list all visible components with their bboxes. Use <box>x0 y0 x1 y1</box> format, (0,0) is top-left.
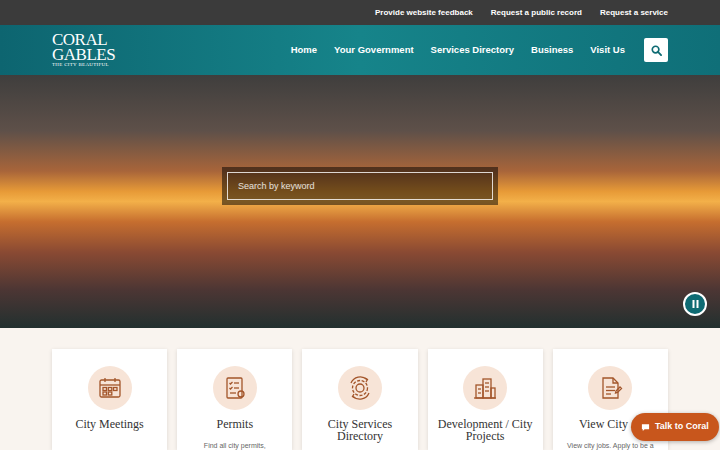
logo-tagline: THE CITY BEAUTIFUL <box>52 62 109 68</box>
header: CORALGABLESTHE CITY BEAUTIFUL Home Your Go… <box>0 25 720 75</box>
card-title: City Services Directory <box>310 418 409 442</box>
nav-item[interactable]: Home <box>291 43 317 57</box>
nav-item[interactable]: Your Government <box>334 43 414 57</box>
logo-line: CORAL <box>52 32 107 47</box>
card-title: Permits <box>216 418 253 430</box>
quick-links: City Meetings Permits Find all city permit… <box>0 328 720 450</box>
card-description: Find all city permits, <box>204 441 266 450</box>
nav-item[interactable]: Visit Us <box>590 43 625 57</box>
card-title: City Meetings <box>75 418 143 430</box>
chat-icon <box>641 423 650 432</box>
chat-button[interactable]: Talk to Coral <box>631 413 719 441</box>
hero-image <box>0 75 720 328</box>
card-title: Development / City Projects <box>436 418 535 442</box>
quick-link-card[interactable]: City Services Directory <box>302 349 417 450</box>
utility-link[interactable]: Request a public record <box>491 7 582 19</box>
logo-line: GABLES <box>52 47 115 62</box>
gear-icon <box>338 366 382 410</box>
search-icon <box>651 45 662 56</box>
buildings-icon <box>463 366 507 410</box>
quick-link-card[interactable]: City Meetings <box>52 349 167 450</box>
nav-item[interactable]: Business <box>531 43 573 57</box>
search-button[interactable] <box>644 38 668 62</box>
search-input[interactable] <box>227 172 493 200</box>
quick-link-card[interactable]: Permits Find all city permits, <box>177 349 292 450</box>
document-icon <box>588 366 632 410</box>
pause-icon <box>692 300 699 308</box>
utility-bar: Provide website feedback Request a public… <box>0 0 720 25</box>
main-nav: Home Your Government Services Directory Bus… <box>291 38 668 62</box>
pause-button[interactable] <box>683 292 707 316</box>
checklist-icon <box>213 366 257 410</box>
calendar-icon <box>88 366 132 410</box>
utility-link[interactable]: Request a service <box>600 7 668 19</box>
quick-link-card[interactable]: Development / City Projects <box>428 349 543 450</box>
logo[interactable]: CORALGABLESTHE CITY BEAUTIFUL <box>52 32 115 68</box>
hero-search <box>222 167 498 205</box>
chat-label: Talk to Coral <box>655 420 709 434</box>
utility-link[interactable]: Provide website feedback <box>375 7 473 19</box>
nav-item[interactable]: Services Directory <box>431 43 514 57</box>
card-description: View city jobs. Apply to be a <box>567 441 654 450</box>
